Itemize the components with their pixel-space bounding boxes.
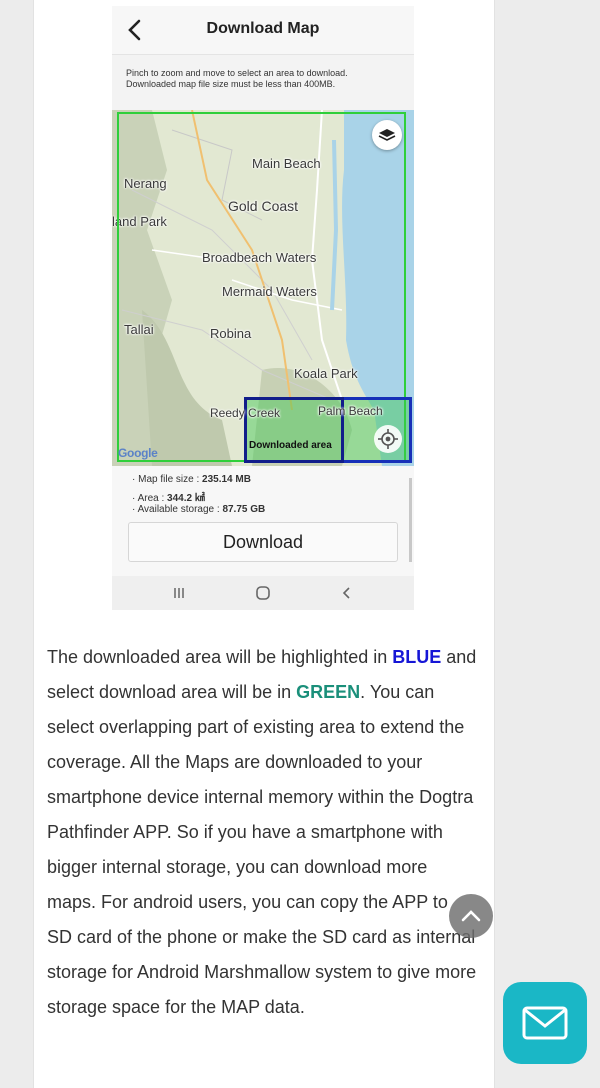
article-text-part: . You can select overlapping part of exi… [47, 682, 477, 1017]
download-button[interactable]: Download [128, 522, 398, 562]
locate-icon [378, 429, 398, 449]
map-view[interactable]: Main Beach Nerang land Park Gold Coast B… [112, 110, 414, 466]
recent-apps-icon[interactable] [170, 584, 188, 602]
downloaded-area-label: Downloaded area [249, 440, 332, 451]
green-highlight-word: GREEN [296, 682, 361, 702]
my-location-button[interactable] [374, 425, 402, 453]
blue-highlight-word: BLUE [392, 647, 442, 667]
area-label: Area : [137, 493, 168, 504]
mail-icon [522, 1006, 568, 1040]
scrollbar[interactable] [409, 478, 412, 562]
article-text: The downloaded area will be highlighted … [47, 640, 477, 1025]
app-header: Download Map [112, 6, 414, 55]
chevron-up-icon [461, 910, 481, 922]
scroll-to-top-button[interactable] [449, 894, 493, 938]
home-icon[interactable] [254, 584, 272, 602]
layers-button[interactable] [372, 120, 402, 150]
contact-button[interactable] [503, 982, 587, 1064]
area-info: · Area : 344.2 ㎢ [132, 493, 205, 504]
map-info-panel: · Map file size : 235.14 MB · Area : 344… [112, 466, 414, 576]
google-logo: Google [118, 446, 158, 460]
page-title: Download Map [206, 20, 320, 37]
instructions: Pinch to zoom and move to select an area… [126, 68, 406, 90]
instruction-line: Downloaded map file size must be less th… [126, 79, 336, 89]
article-text-part: The downloaded area will be highlighted … [47, 647, 393, 667]
layers-icon [378, 129, 396, 141]
place-label: Palm Beach [318, 404, 383, 418]
instruction-line: Pinch to zoom and move to select an area… [126, 68, 348, 78]
file-size-label: Map file size : [138, 474, 203, 485]
nav-back-icon[interactable] [338, 584, 356, 602]
storage-value: 87.75 GB [222, 504, 266, 515]
area-value: 344.2 ㎢ [167, 493, 205, 504]
phone-screenshot: Download Map Pinch to zoom and move to s… [112, 6, 414, 610]
storage-info: · Available storage : 87.75 GB [132, 504, 266, 515]
place-label: Reedy Creek [210, 406, 281, 420]
file-size-info: · Map file size : 235.14 MB [132, 474, 251, 485]
file-size-value: 235.14 MB [202, 474, 251, 485]
storage-label: Available storage : [137, 504, 223, 515]
android-nav-bar [112, 576, 414, 610]
